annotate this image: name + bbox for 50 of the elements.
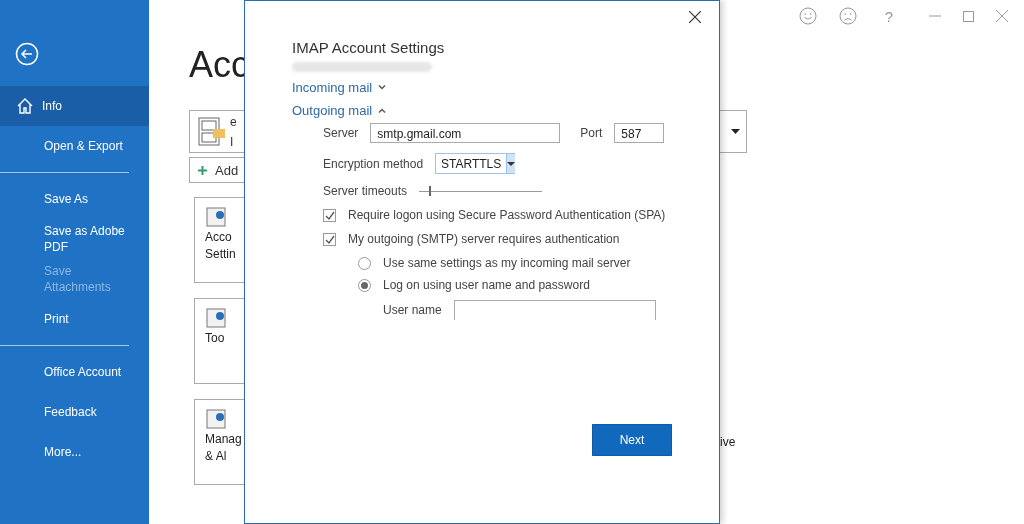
- sidebar-item[interactable]: Save as Adobe PDF: [0, 219, 129, 259]
- port-field[interactable]: 587: [614, 123, 665, 143]
- tile-label: Too: [205, 331, 225, 346]
- field-label: Server timeouts: [323, 184, 408, 198]
- tile-label: Manag: [205, 432, 242, 447]
- sidebar-item[interactable]: Open & Export: [0, 126, 129, 166]
- plus-icon: [198, 165, 207, 175]
- checkbox[interactable]: [323, 208, 336, 222]
- cabinet-icon: [198, 116, 226, 147]
- maximize-icon[interactable]: [963, 10, 974, 22]
- field-label: Port: [580, 126, 603, 140]
- sidebar-item[interactable]: Save As: [0, 179, 129, 219]
- tile-icon: [205, 408, 227, 430]
- close-icon[interactable]: [689, 11, 701, 23]
- chevron-down-icon: [378, 85, 387, 90]
- sidebar-item[interactable]: Print: [0, 299, 129, 339]
- username-field[interactable]: [453, 300, 656, 320]
- smiley-icon[interactable]: [798, 7, 817, 25]
- account-text: e: [230, 114, 237, 129]
- sidebar-item[interactable]: Office Account: [0, 352, 129, 392]
- radio-label: Use same settings as my incoming mail server: [383, 256, 631, 270]
- tile-icon: [205, 206, 227, 228]
- slider-thumb[interactable]: [428, 185, 431, 196]
- radio-label: Log on using user name and password: [383, 278, 590, 292]
- tile-label: Settin: [205, 247, 236, 262]
- tile-label: & Al: [205, 449, 227, 464]
- account-text: I: [230, 134, 234, 149]
- sidebar-item[interactable]: More...: [0, 432, 129, 472]
- frown-icon[interactable]: [838, 7, 857, 25]
- section-toggle[interactable]: Outgoing mail: [292, 103, 719, 118]
- checkbox-label: Require logon using Secure Password Authentication (SPA): [348, 208, 666, 222]
- option-text: ive: [720, 435, 736, 449]
- next-button[interactable]: Next: [592, 424, 672, 456]
- sidebar-item[interactable]: Info: [0, 86, 149, 126]
- house-icon: [16, 97, 34, 115]
- encryption-dropdown[interactable]: STARTTLS: [435, 153, 516, 174]
- tile-icon: [205, 307, 227, 329]
- field-label: User name: [383, 303, 442, 317]
- checkbox[interactable]: [323, 232, 336, 246]
- field-label: Encryption method: [323, 156, 424, 171]
- caret-icon[interactable]: [731, 129, 740, 134]
- dialog-title: IMAP Account Settings: [292, 39, 446, 56]
- checkbox-label: My outgoing (SMTP) server requires authentication: [348, 232, 620, 246]
- section-toggle[interactable]: Incoming mail: [292, 80, 719, 95]
- server-field[interactable]: smtp.gmail.com: [370, 123, 561, 143]
- chevron-up-icon: [378, 108, 387, 113]
- caret-icon: [507, 161, 516, 166]
- field-label: Server: [323, 126, 359, 140]
- sidebar-item[interactable]: Feedback: [0, 392, 129, 432]
- tile-label: Acco: [205, 230, 232, 245]
